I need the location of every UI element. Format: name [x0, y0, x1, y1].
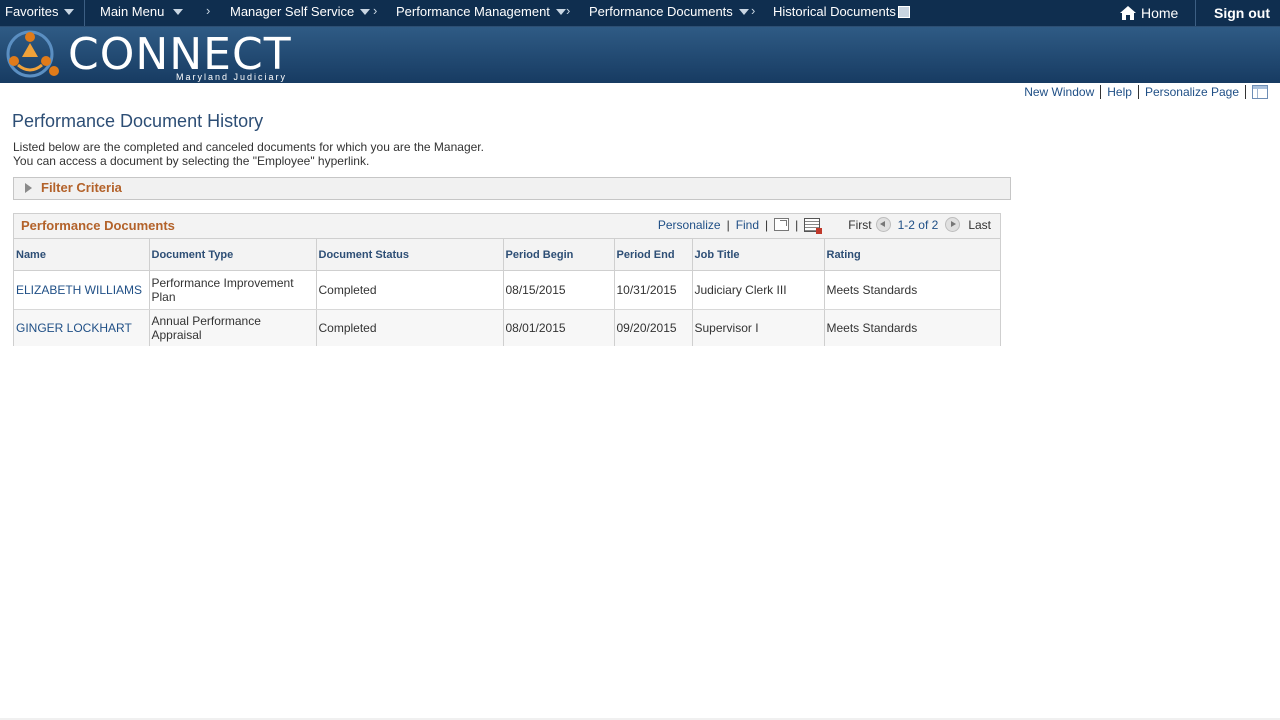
link-divider [1137, 85, 1139, 99]
breadcrumb-separator-icon: › [206, 3, 211, 18]
previous-icon[interactable] [875, 217, 891, 232]
intro-line-2: You can access a document by selecting t… [13, 154, 370, 168]
brand-subtitle: Maryland Judiciary [176, 72, 288, 82]
documents-table: Name Document Type Document Status Perio… [14, 238, 1000, 346]
column-header-job-title[interactable]: Job Title [691, 238, 824, 271]
breadcrumb-label: Performance Documents [589, 4, 733, 19]
breadcrumb-separator-icon: › [566, 3, 571, 18]
favorites-menu[interactable]: Favorites [5, 4, 75, 19]
job-title-cell: Supervisor I [691, 309, 824, 346]
personalize-grid-link[interactable]: Personalize [658, 218, 721, 232]
chevron-down-icon [360, 8, 371, 15]
intro-text: Listed below are the completed and cance… [13, 140, 484, 168]
period-begin-cell: 08/01/2015 [502, 309, 614, 346]
breadcrumb-historical-documents[interactable]: Historical Documents [773, 4, 910, 19]
nav-divider [84, 0, 85, 26]
connect-logo-icon [6, 30, 59, 78]
grid-header: Performance Documents Personalize | Find… [14, 214, 1000, 238]
breadcrumb-performance-documents[interactable]: Performance Documents [589, 4, 749, 19]
employee-link[interactable]: ELIZABETH WILLIAMS [16, 283, 142, 297]
row-range: 1-2 of 2 [897, 217, 939, 232]
last-label: Last [968, 217, 991, 232]
page-layout-icon[interactable] [1252, 85, 1268, 99]
find-link[interactable]: Find [736, 218, 759, 232]
grid-toolbar: Personalize | Find | | First 1-2 of 2 La… [657, 217, 991, 234]
filter-criteria-section[interactable]: Filter Criteria [13, 177, 1011, 200]
link-divider [1100, 85, 1102, 99]
new-window-link[interactable]: New Window [1024, 85, 1094, 99]
column-header-document-type[interactable]: Document Type [148, 238, 316, 271]
personalize-page-link[interactable]: Personalize Page [1145, 85, 1239, 99]
column-header-name[interactable]: Name [14, 238, 149, 271]
document-type-cell: Annual Performance Appraisal [148, 309, 316, 346]
period-end-cell: 09/20/2015 [613, 309, 692, 346]
period-end-cell: 10/31/2015 [613, 270, 692, 310]
table-header-row: Name Document Type Document Status Perio… [14, 238, 1000, 271]
breadcrumb-manager-self-service[interactable]: Manager Self Service [230, 4, 371, 19]
breadcrumb-label: Performance Management [396, 4, 550, 19]
next-icon[interactable] [945, 217, 961, 232]
main-menu[interactable]: Main Menu [100, 4, 184, 19]
column-header-period-begin[interactable]: Period Begin [502, 238, 614, 271]
employee-link[interactable]: GINGER LOCKHART [16, 321, 132, 335]
view-all-icon[interactable] [774, 218, 790, 231]
column-header-rating[interactable]: Rating [823, 238, 1000, 271]
performance-documents-grid: Performance Documents Personalize | Find… [13, 213, 1001, 346]
main-menu-label: Main Menu [100, 4, 165, 19]
document-status-cell: Completed [315, 309, 503, 346]
favorites-label: Favorites [5, 4, 59, 19]
nav-divider [1195, 0, 1196, 26]
link-divider [1245, 85, 1246, 99]
chevron-down-icon [173, 8, 184, 15]
sign-out-label: Sign out [1214, 5, 1270, 21]
table-row: ELIZABETH WILLIAMS Performance Improveme… [14, 270, 1000, 310]
breadcrumb-label: Manager Self Service [230, 4, 355, 19]
column-header-document-status[interactable]: Document Status [315, 238, 503, 271]
rating-cell: Meets Standards [823, 270, 1000, 310]
page-links: New Window Help Personalize Page [1024, 85, 1268, 99]
column-header-period-end[interactable]: Period End [613, 238, 692, 271]
first-label: First [848, 217, 872, 232]
breadcrumb-separator-icon: › [751, 3, 756, 18]
filter-criteria-label[interactable]: Filter Criteria [41, 180, 122, 195]
download-icon[interactable] [804, 217, 823, 234]
job-title-cell: Judiciary Clerk III [691, 270, 824, 310]
page-title: Performance Document History [12, 111, 264, 131]
grid-title: Performance Documents [21, 218, 175, 233]
magnifier-icon[interactable] [897, 5, 910, 18]
rating-cell: Meets Standards [823, 309, 1000, 346]
breadcrumb-separator-icon: › [373, 3, 378, 18]
intro-line-1: Listed below are the completed and cance… [13, 140, 484, 154]
chevron-down-icon [64, 8, 75, 15]
top-navigation-bar: Favorites Main Menu › Manager Self Servi… [0, 0, 1280, 27]
home-label: Home [1141, 5, 1179, 21]
document-status-cell: Completed [315, 270, 503, 310]
home-icon [1120, 6, 1136, 20]
expand-triangle-icon[interactable] [25, 183, 32, 193]
table-row: GINGER LOCKHART Annual Performance Appra… [14, 309, 1000, 346]
breadcrumb-performance-management[interactable]: Performance Management [396, 4, 566, 19]
document-type-cell: Performance Improvement Plan [148, 270, 316, 310]
sign-out-link[interactable]: Sign out [1214, 5, 1270, 21]
breadcrumb-label: Historical Documents [773, 4, 896, 19]
home-link[interactable]: Home [1119, 5, 1178, 21]
chevron-down-icon [738, 8, 749, 15]
help-link[interactable]: Help [1107, 85, 1132, 99]
period-begin-cell: 08/15/2015 [502, 270, 614, 310]
chevron-down-icon [555, 8, 566, 15]
